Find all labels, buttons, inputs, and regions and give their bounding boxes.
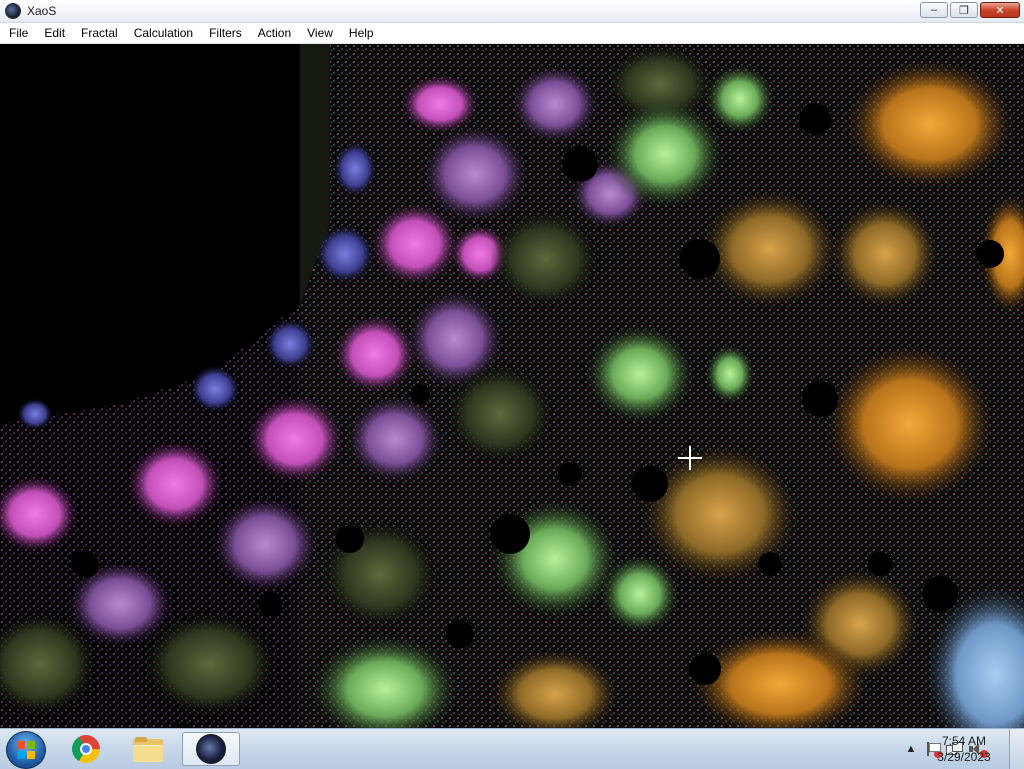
chrome-icon (72, 735, 100, 763)
tray-overflow-chevron-icon[interactable]: ▲ (902, 743, 920, 755)
clock-time: 7:54 AM (941, 734, 987, 748)
folder-icon (133, 737, 163, 762)
show-desktop-button[interactable] (1009, 729, 1024, 769)
menu-file[interactable]: File (1, 24, 36, 42)
xaos-icon (196, 734, 226, 764)
menu-fractal[interactable]: Fractal (73, 24, 126, 42)
windows-start-icon[interactable] (6, 731, 46, 769)
maximize-button[interactable]: ❐ (950, 2, 978, 18)
menu-calculation[interactable]: Calculation (126, 24, 201, 42)
clock-date: 3/29/2023 (937, 750, 991, 764)
taskbar: ▲ 7:54 AM 3/29/2023 (0, 728, 1024, 769)
xaos-app-icon[interactable] (5, 3, 21, 19)
menu-edit[interactable]: Edit (36, 24, 73, 42)
menubar: File Edit Fractal Calculation Filters Ac… (0, 23, 1024, 44)
fractal-canvas[interactable] (0, 44, 1024, 728)
close-button[interactable]: ✕ (980, 2, 1020, 18)
menu-view[interactable]: View (299, 24, 341, 42)
taskbar-clock[interactable]: 7:54 AM 3/29/2023 (928, 733, 1000, 765)
minimize-button[interactable]: – (920, 2, 948, 18)
menu-help[interactable]: Help (341, 24, 382, 42)
fractal-image (0, 44, 1024, 728)
taskbar-xaos[interactable] (182, 732, 240, 766)
crosshair-cursor-icon (678, 446, 702, 470)
window-titlebar[interactable]: XaoS – ❐ ✕ (0, 0, 1024, 23)
window-title: XaoS (27, 4, 57, 18)
window-controls: – ❐ ✕ (920, 2, 1020, 18)
menu-filters[interactable]: Filters (201, 24, 250, 42)
taskbar-file-explorer[interactable] (122, 732, 174, 766)
menu-action[interactable]: Action (250, 24, 299, 42)
taskbar-chrome[interactable] (60, 732, 112, 766)
